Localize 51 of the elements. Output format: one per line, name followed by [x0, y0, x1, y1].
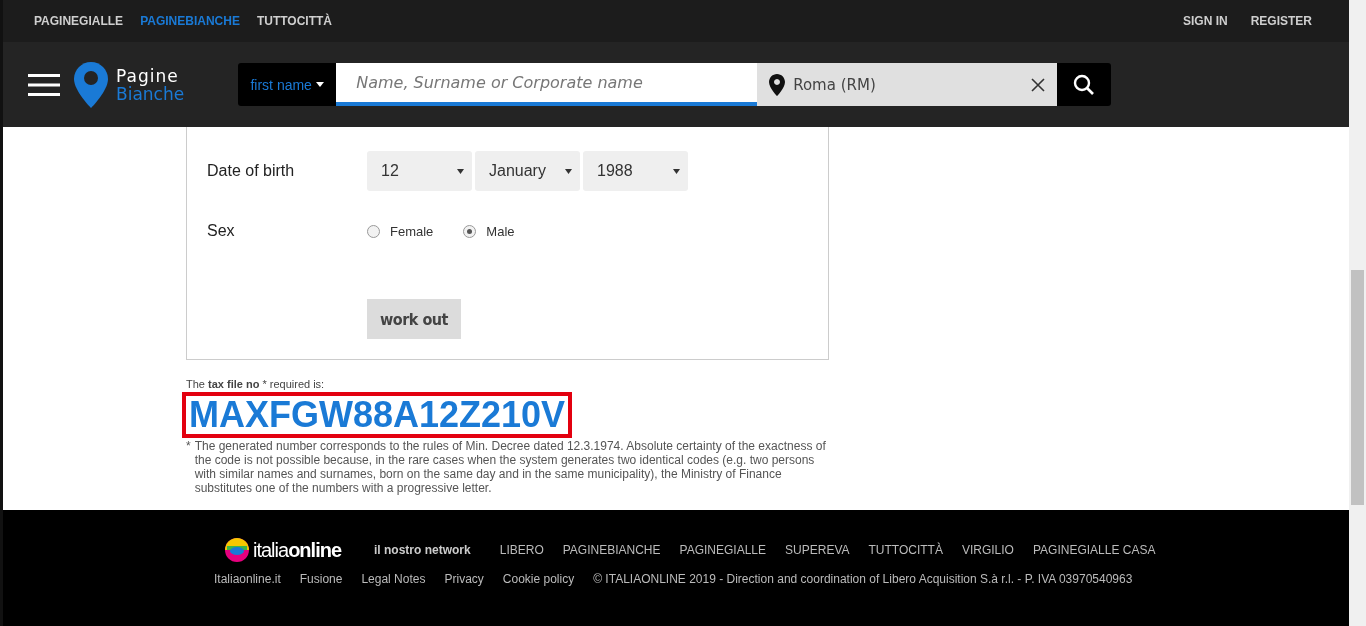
radio-button[interactable]	[463, 224, 477, 238]
location-field[interactable]: Roma (RM)	[757, 63, 1058, 106]
radio-label: Male	[486, 223, 515, 239]
field-label: Sex	[207, 222, 236, 240]
close-icon[interactable]	[1031, 77, 1046, 92]
footer-link[interactable]: Italiaonline.it	[214, 572, 281, 586]
logo-icon	[225, 538, 249, 562]
menu-icon[interactable]	[28, 72, 60, 97]
tax-code: MAXFGW88A12Z210V	[182, 392, 573, 438]
caret-icon	[315, 82, 324, 87]
date-select[interactable]: 1988	[583, 151, 688, 191]
caret-icon	[457, 168, 464, 174]
caret-icon	[565, 168, 572, 174]
footnote-mark: *	[186, 439, 191, 455]
footnote-text: The generated number corresponds to the rules of Min. Decree dated 12.3.1974. Absolute certainty of the exactness of the code is not possible because, in the rare cases when the system generates two identical codes (e.g. two persons with similar names and surnames, born on the same day and in the same municipality), the Ministry of Finance substitutes one of the numbers with a progressive letter.	[194, 439, 827, 495]
result-intro: The tax file no* required is:	[186, 378, 326, 391]
top-nav-link[interactable]: TUTTOCITTÀ	[256, 14, 333, 28]
search-icon	[1073, 73, 1096, 96]
network-link[interactable]: VIRGILIO	[961, 543, 1014, 557]
network-link[interactable]: PAGINEGIALLE CASA	[1032, 543, 1156, 557]
map-pin-icon	[74, 61, 108, 108]
footer-link[interactable]: Privacy	[444, 572, 484, 586]
field-label: Date of birth	[207, 162, 296, 180]
account-link[interactable]: SIGN IN	[1183, 14, 1228, 28]
search-button[interactable]	[1057, 63, 1112, 106]
top-nav-link[interactable]: PAGINEGIALLE	[34, 14, 124, 28]
search-field[interactable]: Name, Surname or Corporate name	[336, 63, 758, 106]
top-nav-link[interactable]: PAGINEBIANCHE	[140, 14, 240, 28]
footer-link[interactable]: Legal Notes	[361, 572, 426, 586]
caret-icon	[673, 168, 680, 174]
copyright-text: © ITALIAONLINE 2019 - Direction and coordination of Libero Acquisition S.à r.l. - P. IVA 03970540963	[593, 572, 1133, 586]
network-link[interactable]: PAGINEBIANCHE	[562, 543, 661, 557]
network-link[interactable]: LIBERO	[499, 543, 544, 557]
footer-link[interactable]: Fusione	[299, 572, 343, 586]
search-type-dropdown[interactable]: first name	[238, 63, 337, 106]
footer-link[interactable]: Cookie policy	[502, 572, 575, 586]
network-link[interactable]: SUPEREVA	[785, 543, 850, 557]
radio-label: Female	[390, 223, 434, 239]
network-label: il nostro network	[374, 543, 471, 557]
brand-name: italiaonline	[253, 538, 342, 562]
logo-text: Bianche	[116, 84, 185, 103]
account-link[interactable]: REGISTER	[1250, 14, 1312, 28]
date-select[interactable]: 12	[367, 151, 472, 191]
network-link[interactable]: PAGINEGIALLE	[679, 543, 767, 557]
logo-text: Pagine	[116, 66, 179, 85]
date-select[interactable]: January	[475, 151, 580, 191]
work-out-button[interactable]: work out	[367, 299, 461, 339]
scrollbar[interactable]	[1349, 0, 1366, 626]
map-pin-icon	[769, 73, 786, 96]
network-link[interactable]: TUTTOCITTÀ	[868, 543, 943, 557]
radio-button[interactable]	[367, 224, 380, 238]
